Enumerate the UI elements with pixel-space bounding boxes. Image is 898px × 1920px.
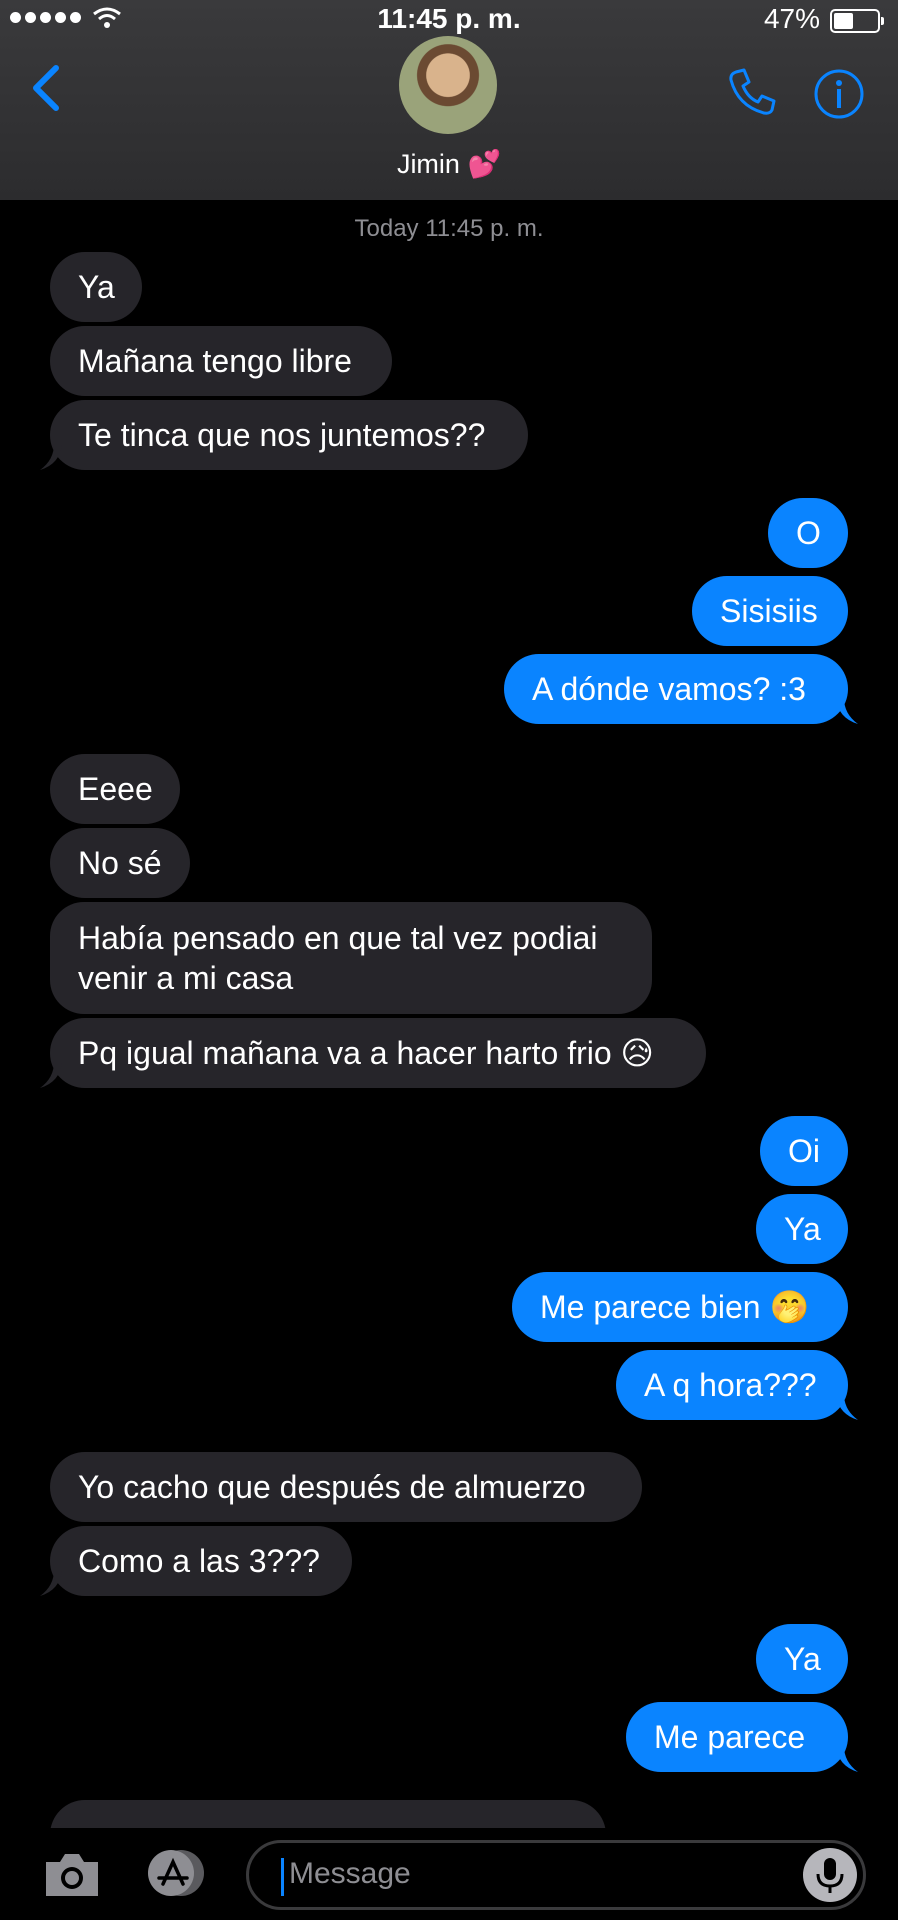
- incoming-message[interactable]: No sé: [50, 828, 190, 898]
- outgoing-message[interactable]: Me parece: [626, 1702, 858, 1772]
- message-text: Había pensado en que tal vez podiai veni…: [78, 920, 598, 996]
- outgoing-message[interactable]: A q hora???: [616, 1350, 858, 1420]
- back-chevron-icon[interactable]: [28, 64, 64, 112]
- incoming-message[interactable]: Eeee: [50, 754, 180, 824]
- timestamp: Today 11:45 p. m.: [354, 215, 544, 242]
- outgoing-message[interactable]: Me parece bien 🤭: [512, 1272, 848, 1342]
- outgoing-message[interactable]: A dónde vamos? :3: [504, 654, 858, 724]
- contact-name[interactable]: Jimin 💕: [0, 148, 898, 180]
- incoming-message[interactable]: Había pensado en que tal vez podiai veni…: [50, 902, 652, 1014]
- microphone-icon[interactable]: [803, 1848, 857, 1902]
- app-store-icon[interactable]: [143, 1848, 209, 1898]
- message-text: Como a las 3???: [78, 1543, 320, 1579]
- incoming-message[interactable]: Yo cacho que después de almuerzo: [50, 1452, 642, 1522]
- message-text: Pq igual mañana va a hacer harto frio 😥: [78, 1035, 654, 1071]
- avatar[interactable]: [399, 36, 497, 134]
- message-text: A q hora???: [644, 1367, 817, 1403]
- incoming-message[interactable]: Pq igual mañana va a hacer harto frio 😥: [40, 1018, 706, 1088]
- message-text: Me parece: [654, 1719, 806, 1755]
- battery-percent: 47%: [763, 3, 820, 34]
- battery-icon: [830, 9, 884, 33]
- status-bar: 11:45 p. m. 47%: [0, 0, 898, 38]
- bubble-tail: [836, 1746, 858, 1772]
- bubble-tail: [40, 444, 62, 470]
- incoming-message[interactable]: Ya: [50, 252, 142, 322]
- text-caret: [281, 1858, 284, 1896]
- nav-header: 11:45 p. m. 47% Jimin 💕: [0, 0, 898, 200]
- message-text: Yo cacho que después de almuerzo: [78, 1469, 586, 1505]
- message-input[interactable]: Message: [246, 1840, 866, 1910]
- phone-icon[interactable]: [726, 66, 778, 118]
- message-text: Sisisiis: [720, 593, 818, 629]
- bubble-tail: [836, 698, 858, 724]
- outgoing-message[interactable]: Ya: [756, 1194, 848, 1264]
- message-text: Ya: [784, 1641, 821, 1677]
- message-placeholder: Message: [289, 1857, 411, 1890]
- incoming-message[interactable]: Mañana tengo libre: [50, 326, 392, 396]
- message-text: Te tinca que nos juntemos??: [78, 417, 486, 453]
- info-icon[interactable]: [813, 68, 865, 120]
- bubble-tail: [40, 1570, 62, 1596]
- message-text: Me parece bien 🤭: [540, 1289, 810, 1325]
- incoming-message[interactable]: Como a las 3???: [40, 1526, 352, 1596]
- message-text: Oi: [788, 1133, 820, 1169]
- incoming-message[interactable]: Te tinca que nos juntemos??: [40, 400, 528, 470]
- message-text: Mañana tengo libre: [78, 343, 352, 379]
- bubble-tail: [836, 1394, 858, 1420]
- message-text: Ya: [784, 1211, 821, 1247]
- outgoing-message[interactable]: O: [768, 498, 848, 568]
- outgoing-message[interactable]: Oi: [760, 1116, 848, 1186]
- outgoing-message[interactable]: Ya: [756, 1624, 848, 1694]
- microphone-glyph: [816, 1858, 844, 1893]
- camera-icon[interactable]: [42, 1850, 102, 1900]
- message-text: No sé: [78, 845, 162, 881]
- message-text: A dónde vamos? :3: [532, 671, 806, 707]
- message-text: Eeee: [78, 771, 153, 807]
- message-text: Ya: [78, 269, 115, 305]
- message-composer: Message: [0, 1828, 898, 1920]
- message-text: O: [796, 515, 821, 551]
- bubble-tail: [40, 1062, 62, 1088]
- outgoing-message[interactable]: Sisisiis: [692, 576, 848, 646]
